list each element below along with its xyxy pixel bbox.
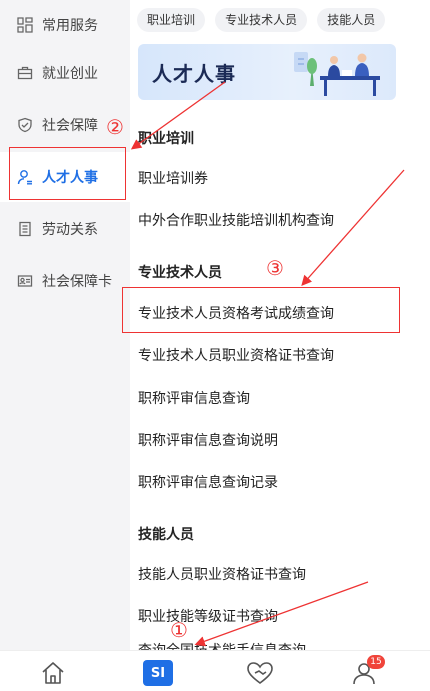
annotation-number-2: ② <box>106 115 124 139</box>
id-card-icon <box>16 272 34 290</box>
app-root: 常用服务 就业创业 社会保障 人才人事 劳动关系 社会保障卡 职业培训 专业技术… <box>0 0 430 691</box>
link-exam-score-query[interactable]: 专业技术人员资格考试成绩查询 <box>138 303 334 323</box>
nav-home[interactable] <box>38 658 68 688</box>
heart-handshake-icon <box>247 662 273 685</box>
sidebar-item-label: 劳动关系 <box>42 222 98 238</box>
shield-check-icon <box>16 116 34 134</box>
category-chips: 职业培训 专业技术人员 技能人员 <box>137 8 430 34</box>
sidebar-item-labor-relations[interactable]: 劳动关系 <box>0 204 130 254</box>
home-icon <box>42 662 64 684</box>
sidebar-item-label: 人才人事 <box>42 170 98 186</box>
nav-social-insurance[interactable]: SI <box>143 658 173 688</box>
sidebar-item-common-services[interactable]: 常用服务 <box>0 0 130 50</box>
sidebar-item-employment[interactable]: 就业创业 <box>0 48 130 98</box>
sidebar-item-label: 就业创业 <box>42 66 98 82</box>
section-title-vocational-training: 职业培训 <box>138 131 194 147</box>
link-title-review-explanation[interactable]: 职称评审信息查询说明 <box>138 430 278 450</box>
link-skill-level-cert-query[interactable]: 职业技能等级证书查询 <box>138 606 278 626</box>
banner-title: 人才人事 <box>152 62 236 86</box>
chip-vocational-training[interactable]: 职业培训 <box>137 8 206 32</box>
list-item-partially-visible[interactable]: 查询全国技术能手信息查询 <box>138 640 306 650</box>
office-illustration-icon <box>294 52 380 96</box>
link-title-review-query[interactable]: 职称评审信息查询 <box>138 388 250 408</box>
document-icon <box>16 220 34 238</box>
chip-professional-tech[interactable]: 专业技术人员 <box>215 8 308 32</box>
notification-badge: 15 <box>367 655 385 669</box>
link-title-review-records[interactable]: 职称评审信息查询记录 <box>138 472 278 492</box>
sidebar-item-label: 社会保障 <box>42 118 98 134</box>
sidebar-item-talent[interactable]: 人才人事 <box>0 152 130 202</box>
grid-icon <box>16 16 34 34</box>
annotation-number-1: ① <box>170 618 188 642</box>
category-banner: 人才人事 <box>138 44 396 100</box>
link-qualification-cert-query[interactable]: 专业技术人员职业资格证书查询 <box>138 345 334 365</box>
section-title-professional-tech: 专业技术人员 <box>138 265 222 281</box>
sidebar-item-label: 社会保障卡 <box>42 274 112 290</box>
briefcase-icon <box>16 64 34 82</box>
link-skill-cert-query[interactable]: 技能人员职业资格证书查询 <box>138 564 306 584</box>
link-foreign-training-query[interactable]: 中外合作职业技能培训机构查询 <box>138 210 334 230</box>
bottom-nav: SI 15 <box>0 650 430 691</box>
nav-services[interactable] <box>245 658 275 688</box>
sidebar: 常用服务 就业创业 社会保障 人才人事 劳动关系 社会保障卡 <box>0 0 130 650</box>
section-title-skilled-workers: 技能人员 <box>138 527 194 543</box>
link-vocational-voucher[interactable]: 职业培训券 <box>138 168 208 188</box>
annotation-number-3: ③ <box>266 256 284 280</box>
chip-skilled-workers[interactable]: 技能人员 <box>317 8 386 32</box>
sidebar-item-label: 常用服务 <box>42 18 98 34</box>
person-icon <box>16 168 34 186</box>
nav-profile[interactable]: 15 <box>349 655 385 688</box>
sidebar-item-social-card[interactable]: 社会保障卡 <box>0 256 130 306</box>
si-icon: SI <box>143 660 173 686</box>
